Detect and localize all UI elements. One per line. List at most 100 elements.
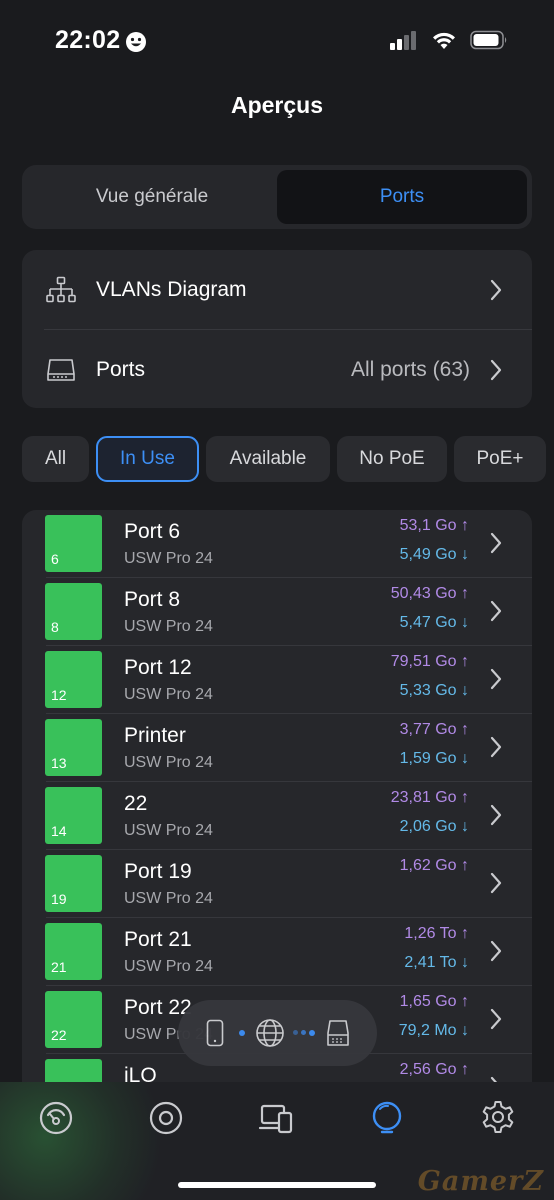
- ports-count: All ports (63): [350, 357, 470, 381]
- port-row[interactable]: 6 Port 6 USW Pro 24 53,1 Go ↑ 5,49 Go ↓: [22, 510, 532, 578]
- filter-no-poe[interactable]: No PoE: [337, 436, 447, 482]
- tab-ports[interactable]: Ports: [277, 170, 527, 224]
- status-bar: 22:02: [0, 0, 554, 84]
- port-name: Port 21: [124, 928, 192, 951]
- port-upload: 79,51 Go ↑: [390, 653, 469, 670]
- port-status-square: [45, 1059, 102, 1082]
- port-row[interactable]: 13 Printer USW Pro 24 3,77 Go ↑ 1,59 Go …: [22, 714, 532, 782]
- port-download: 1,59 Go ↓: [399, 750, 469, 767]
- globe-icon: [256, 1019, 284, 1047]
- chevron-right-icon: [490, 1008, 502, 1030]
- vlans-diagram-label: VLANs Diagram: [96, 277, 247, 301]
- port-download: 2,41 To ↓: [404, 954, 469, 971]
- ports-label: Ports: [96, 357, 146, 381]
- port-upload: 2,56 Go ↑: [399, 1061, 469, 1078]
- port-row[interactable]: 12 Port 12 USW Pro 24 79,51 Go ↑ 5,33 Go…: [22, 646, 532, 714]
- filter-poe-plus[interactable]: PoE+: [454, 436, 546, 482]
- port-name: 22: [124, 792, 148, 815]
- port-status-square: 12: [45, 651, 102, 708]
- phone-icon: [206, 1019, 224, 1047]
- port-number: 6: [51, 551, 59, 567]
- port-device: USW Pro 24: [124, 686, 213, 703]
- filter-in-use[interactable]: In Use: [96, 436, 199, 482]
- port-number: 14: [51, 823, 67, 839]
- filter-all[interactable]: All: [22, 436, 89, 482]
- filter-available[interactable]: Available: [206, 436, 330, 482]
- port-upload: 50,43 Go ↑: [390, 585, 469, 602]
- port-row[interactable]: 8 Port 8 USW Pro 24 50,43 Go ↑ 5,47 Go ↓: [22, 578, 532, 646]
- chevron-right-icon: [490, 359, 502, 380]
- chevron-right-icon: [490, 668, 502, 690]
- link-dot: [239, 1030, 245, 1036]
- port-device: USW Pro 24: [124, 550, 213, 567]
- page-title: Aperçus: [230, 92, 324, 118]
- network-tree-icon: [46, 276, 76, 302]
- port-number: 22: [51, 1027, 67, 1043]
- port-device: USW Pro 24: [124, 754, 213, 771]
- port-row[interactable]: 14 22 USW Pro 24 23,81 Go ↑ 2,06 Go ↓: [22, 782, 532, 850]
- port-upload: 53,1 Go ↑: [399, 517, 469, 534]
- port-download: 5,33 Go ↓: [399, 682, 469, 699]
- port-download: 5,49 Go ↓: [399, 546, 469, 563]
- port-upload: 3,77 Go ↑: [399, 721, 469, 738]
- settings-icon[interactable]: [479, 1099, 517, 1137]
- tab-glow: [0, 1082, 160, 1200]
- port-status-square: 19: [45, 855, 102, 912]
- gateway-device-icon: [327, 1020, 349, 1046]
- port-name: Port 6: [124, 520, 181, 543]
- port-name: Port 12: [124, 656, 192, 679]
- ports-row[interactable]: Ports All ports (63): [22, 330, 532, 409]
- port-upload: 1,62 Go ↑: [399, 857, 469, 874]
- port-download: 5,47 Go ↓: [399, 614, 469, 631]
- link-dot: [309, 1030, 315, 1036]
- port-upload: 23,81 Go ↑: [390, 789, 469, 806]
- wifi-icon: [433, 32, 455, 49]
- port-upload: 1,65 Go ↑: [399, 993, 469, 1010]
- port-list: 6 Port 6 USW Pro 24 53,1 Go ↑ 5,49 Go ↓ …: [22, 510, 532, 1082]
- link-dot: [301, 1030, 306, 1035]
- port-number: 19: [51, 891, 67, 907]
- insights-icon[interactable]: [368, 1099, 406, 1137]
- tab-overview[interactable]: Vue générale: [27, 170, 277, 224]
- switch-device-icon: [47, 358, 75, 381]
- port-number: 12: [51, 687, 67, 703]
- port-status-square: 6: [45, 515, 102, 572]
- port-status-square: 21: [45, 923, 102, 980]
- chevron-right-icon: [490, 804, 502, 826]
- topology-pill[interactable]: [178, 1000, 377, 1066]
- port-status-square: 22: [45, 991, 102, 1048]
- navigation-card: VLANs Diagram Ports All ports (63): [22, 250, 532, 408]
- port-name: Port 8: [124, 588, 181, 611]
- home-indicator: [178, 1182, 376, 1188]
- status-time: 22:02: [55, 26, 121, 54]
- port-name: Port 19: [124, 860, 192, 883]
- chevron-right-icon: [490, 736, 502, 758]
- chevron-right-icon: [490, 279, 502, 300]
- battery-icon: [470, 30, 507, 50]
- chevron-right-icon: [490, 940, 502, 962]
- watermark: GamerZ: [417, 1166, 544, 1197]
- port-name: iLO: [124, 1064, 157, 1082]
- port-number: 13: [51, 755, 67, 771]
- port-status-square: 8: [45, 583, 102, 640]
- port-number: 21: [51, 959, 67, 975]
- dashboard-icon[interactable]: [37, 1099, 75, 1137]
- port-download: 79,2 Mo ↓: [398, 1022, 469, 1039]
- port-upload: 1,26 To ↑: [404, 925, 469, 942]
- smiley-icon: [126, 32, 146, 52]
- chevron-right-icon: [490, 872, 502, 894]
- port-device: USW Pro 24: [124, 618, 213, 635]
- port-status-square: 14: [45, 787, 102, 844]
- filter-chips: All In Use Available No PoE PoE+: [22, 436, 546, 482]
- cellular-signal-icon: [390, 31, 416, 50]
- port-row[interactable]: 21 Port 21 USW Pro 24 1,26 To ↑ 2,41 To …: [22, 918, 532, 986]
- devices-icon[interactable]: [258, 1099, 296, 1137]
- vlans-diagram-row[interactable]: VLANs Diagram: [22, 250, 532, 329]
- segmented-control: Vue générale Ports: [22, 165, 532, 229]
- port-download: 2,06 Go ↓: [399, 818, 469, 835]
- port-device: USW Pro 24: [124, 890, 213, 907]
- target-icon[interactable]: [147, 1099, 185, 1137]
- chevron-right-icon: [490, 532, 502, 554]
- port-row[interactable]: 19 Port 19 USW Pro 24 1,62 Go ↑: [22, 850, 532, 918]
- chevron-right-icon: [490, 600, 502, 622]
